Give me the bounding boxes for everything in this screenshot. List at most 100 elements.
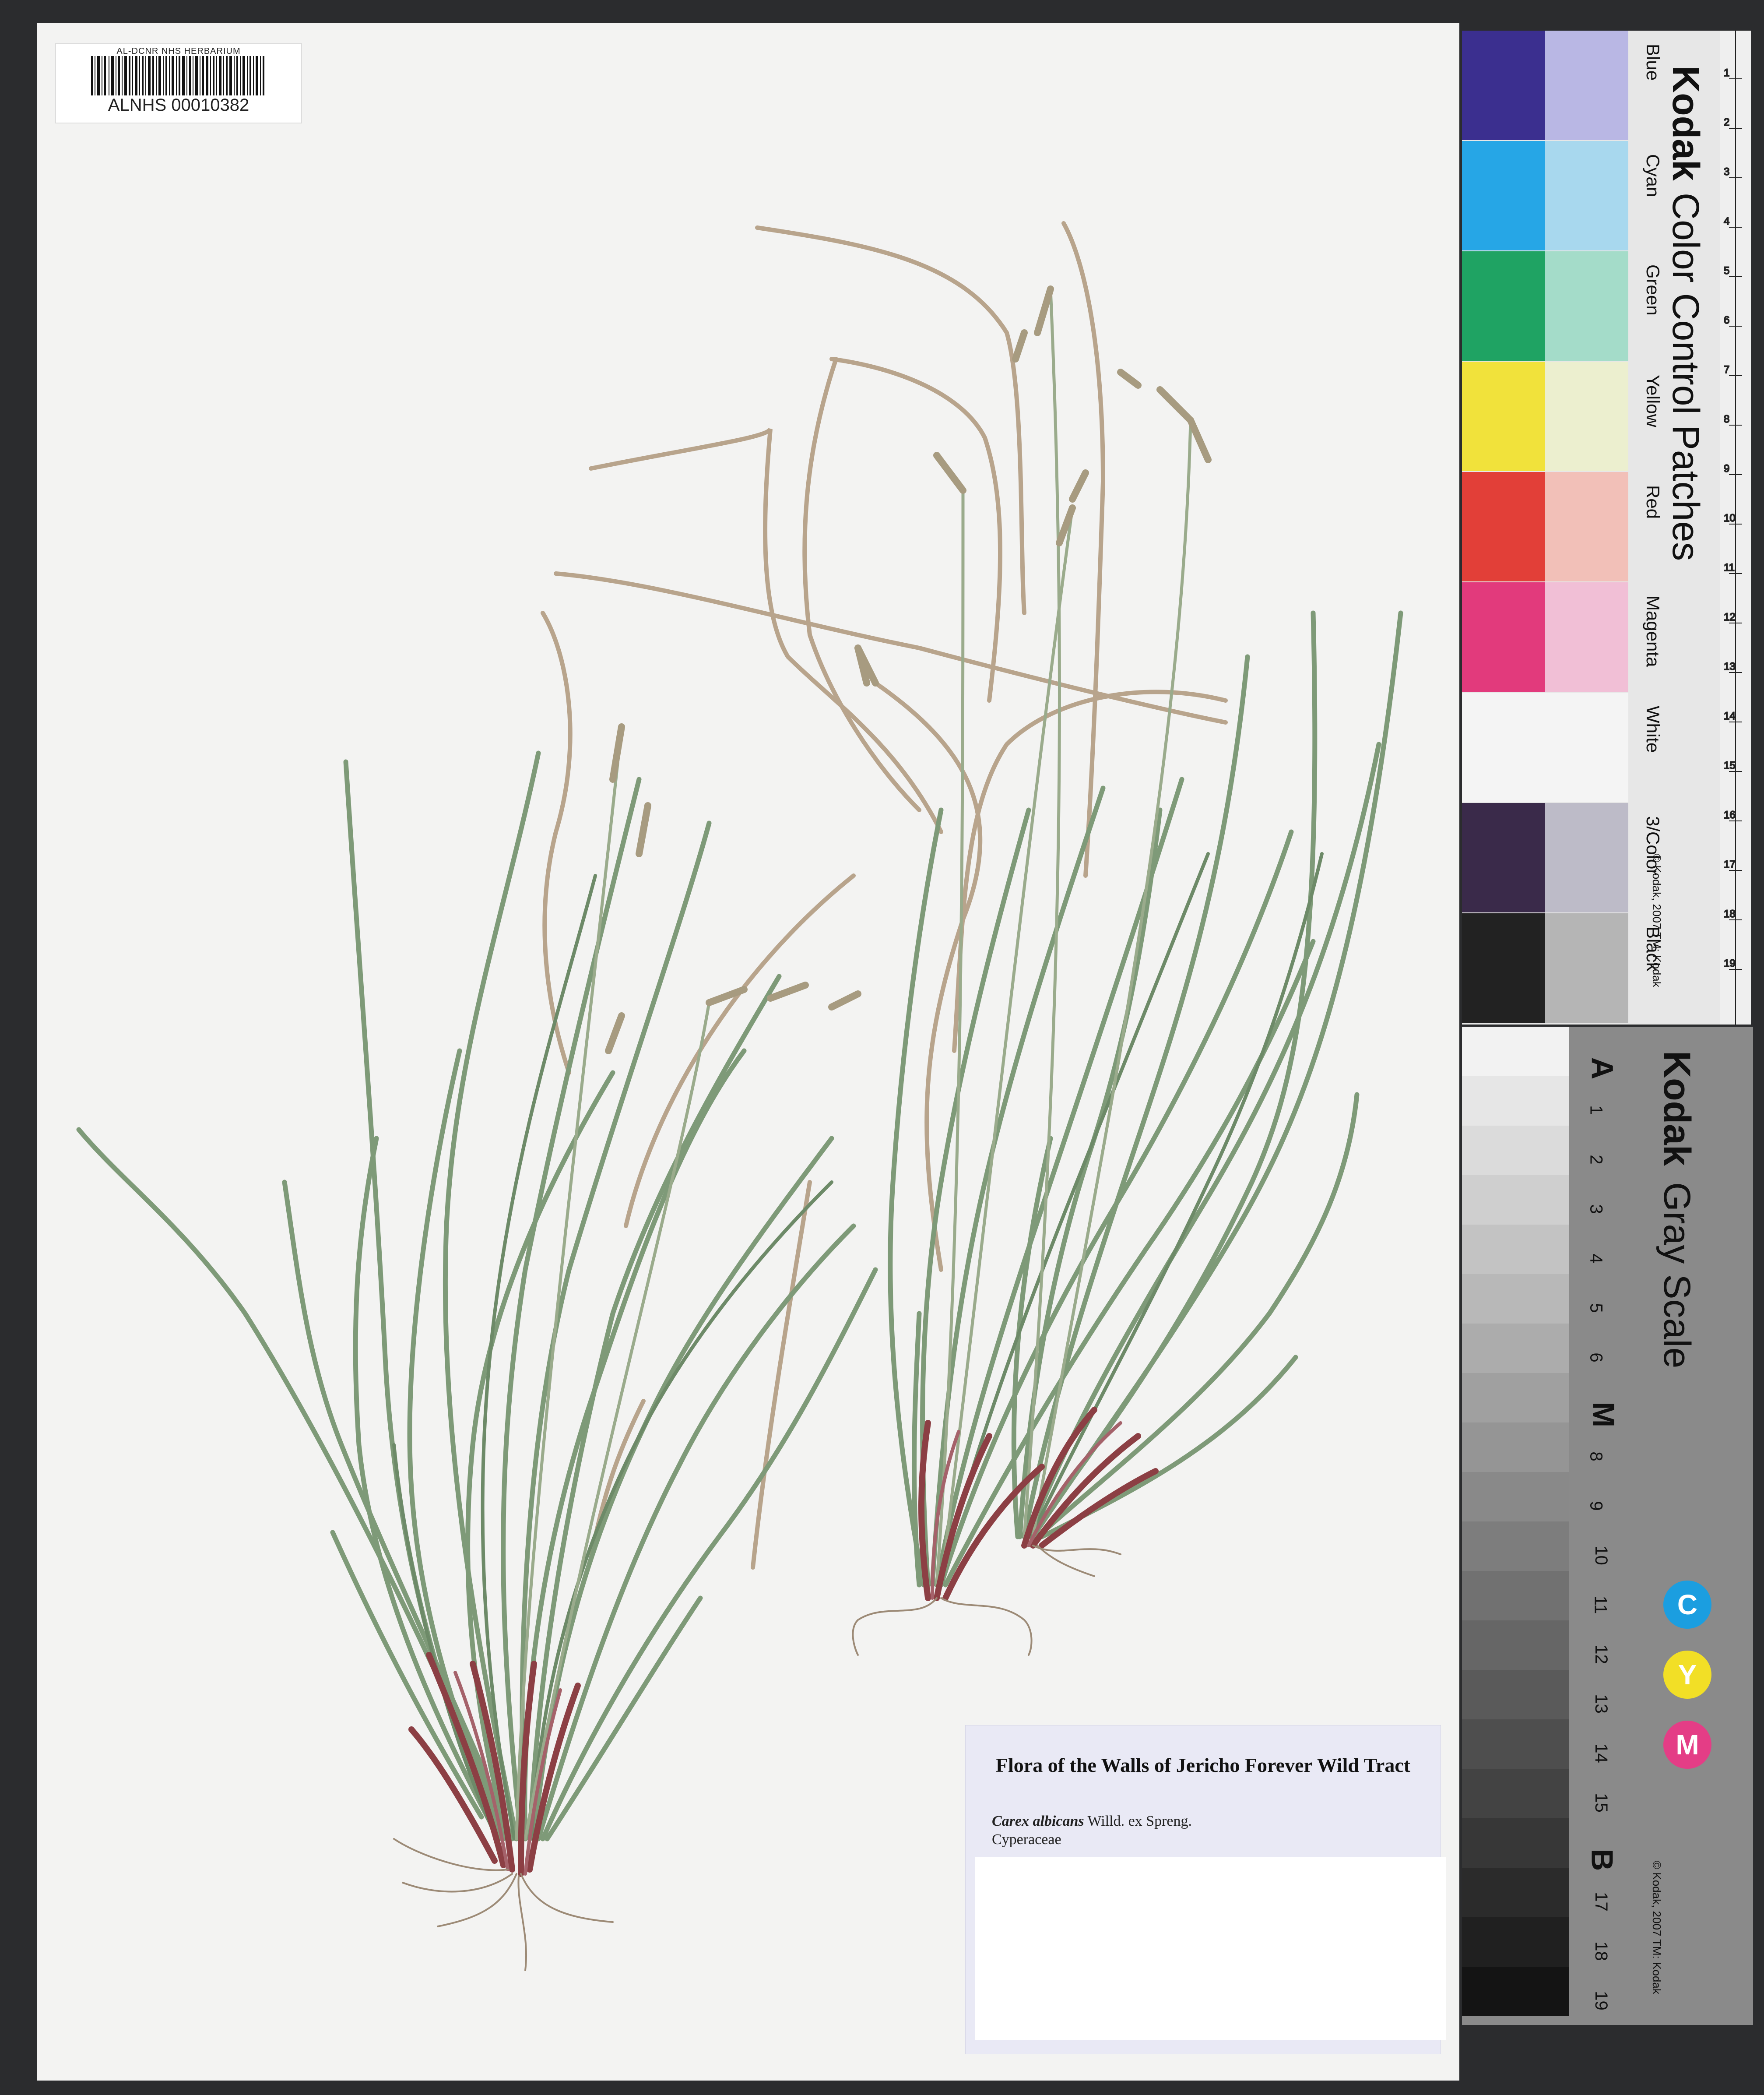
gray-card-brand: Kodak — [1656, 1051, 1698, 1166]
color-card-brand: Kodak — [1665, 66, 1707, 181]
gray-step — [1462, 1620, 1569, 1670]
patch-label: Yellow — [1643, 375, 1663, 427]
color-patch-3-color-dark — [1462, 803, 1545, 912]
gray-step — [1462, 1521, 1569, 1571]
gray-card-copyright: © Kodak, 2007 TM: Kodak — [1650, 1861, 1663, 1994]
patch-label: Blue — [1643, 44, 1663, 81]
color-patch-blue-dark — [1462, 31, 1545, 140]
gray-step-label: M — [1587, 1401, 1621, 1428]
ruler-cm-label: 12 — [1724, 611, 1736, 623]
ruler-cm-label: 18 — [1724, 908, 1736, 920]
ruler-ticks-icon: 12345678910111213141516171819 — [1723, 31, 1742, 1025]
gray-step-label: 19 — [1591, 1991, 1611, 2010]
color-card-title: Color Control Patches — [1665, 193, 1707, 561]
gray-step-label: 4 — [1586, 1253, 1606, 1264]
gray-step-label: 17 — [1591, 1892, 1611, 1912]
ruler-cm-label: 13 — [1724, 661, 1736, 673]
gray-step-label: 18 — [1591, 1941, 1611, 1961]
patch-label: White — [1643, 706, 1663, 753]
gray-step — [1462, 1670, 1569, 1719]
authority: Willd. ex Spreng. — [1087, 1813, 1192, 1829]
color-patch-cyan-light — [1545, 141, 1628, 250]
color-patch-red-light — [1545, 472, 1628, 581]
ruler-cm-label: 10 — [1724, 512, 1736, 524]
color-patch-yellow-light — [1545, 362, 1628, 471]
gray-step — [1462, 1472, 1569, 1521]
color-patch-magenta-dark — [1462, 582, 1545, 692]
gray-step-label: 3 — [1586, 1204, 1606, 1214]
gray-step — [1462, 1324, 1569, 1373]
ruler-cm-label: 1 — [1724, 67, 1729, 79]
ruler-cm-label: 7 — [1724, 364, 1729, 376]
color-patch-blue-light — [1545, 31, 1628, 140]
color-patch-black-light — [1545, 913, 1628, 1023]
gray-step-label: 11 — [1591, 1595, 1610, 1614]
gray-step-label: 13 — [1591, 1694, 1611, 1714]
ruler-cm-label: 2 — [1724, 116, 1729, 128]
gray-step — [1462, 1719, 1569, 1769]
gray-step — [1462, 1967, 1569, 2016]
cym-circle-y: Y — [1663, 1651, 1711, 1699]
ruler: 1 2 3 4 5 6 7 8 9 10 11 12 13 14 15 16 17 18 19 — [1720, 31, 1751, 1025]
ruler-cm-label: 3 — [1724, 166, 1729, 178]
gray-scale-card — [1462, 1027, 1753, 2025]
family-name: Cyperaceae — [992, 1831, 1061, 1848]
gray-step — [1462, 1917, 1569, 1967]
patch-label: Red — [1643, 485, 1663, 519]
cym-circle-c: C — [1663, 1581, 1711, 1629]
gray-step — [1462, 1126, 1569, 1175]
gray-step-label: 14 — [1591, 1743, 1611, 1763]
ruler-cm-label: 9 — [1724, 463, 1729, 475]
patch-label: Black — [1643, 926, 1663, 972]
color-patch-black-dark — [1462, 913, 1545, 1023]
color-patch-red-dark — [1462, 472, 1545, 581]
ruler-cm-label: 5 — [1724, 265, 1729, 277]
gray-step-label: 12 — [1591, 1644, 1611, 1664]
gray-step-label: B — [1585, 1849, 1620, 1871]
patch-label: Magenta — [1643, 595, 1663, 667]
ruler-cm-label: 15 — [1724, 760, 1736, 771]
gray-step-label: 15 — [1591, 1793, 1611, 1813]
color-control-card — [1462, 31, 1751, 1025]
gray-step-label: 6 — [1586, 1352, 1606, 1363]
color-patch-magenta-light — [1545, 582, 1628, 692]
gray-step — [1462, 1818, 1569, 1868]
scientific-name: Carex albicans — [992, 1813, 1084, 1829]
ruler-cm-label: 14 — [1724, 710, 1736, 722]
gray-step — [1462, 1373, 1569, 1422]
ruler-cm-label: 11 — [1724, 562, 1735, 574]
gray-step — [1462, 1422, 1569, 1472]
ruler-cm-label: 4 — [1724, 215, 1729, 227]
gray-step-label: 9 — [1586, 1501, 1606, 1511]
color-patch-green-light — [1545, 251, 1628, 361]
color-patch-cyan-dark — [1462, 141, 1545, 250]
ruler-cm-label: 8 — [1724, 413, 1729, 425]
ruler-cm-label: 16 — [1724, 809, 1736, 821]
ruler-cm-label: 17 — [1724, 859, 1736, 870]
gray-step — [1462, 1076, 1569, 1126]
label-title: Flora of the Walls of Jericho Forever Wi… — [995, 1754, 1411, 1776]
color-patch-yellow-dark — [1462, 362, 1545, 471]
gray-step — [1462, 1868, 1569, 1917]
gray-step-label: 1 — [1586, 1105, 1606, 1115]
gray-step-label: A — [1585, 1057, 1620, 1080]
gray-card-title: Gray Scale — [1656, 1182, 1698, 1369]
redaction-box — [975, 1857, 1446, 2040]
color-patch-3-color-light — [1545, 803, 1628, 912]
ruler-cm-label: 6 — [1724, 314, 1729, 326]
gray-step-label: 5 — [1586, 1303, 1606, 1313]
gray-step — [1462, 1225, 1569, 1274]
ruler-cm-label: 19 — [1724, 958, 1736, 969]
taxon-line: Carex albicans Willd. ex Spreng. — [992, 1813, 1192, 1830]
gray-step-label: 8 — [1586, 1451, 1606, 1461]
gray-step-label: 10 — [1591, 1546, 1611, 1565]
color-patch-white-light — [1545, 693, 1628, 802]
gray-step — [1462, 1274, 1569, 1324]
color-patch-green-dark — [1462, 251, 1545, 361]
gray-step — [1462, 1571, 1569, 1620]
patch-label: Green — [1643, 264, 1663, 316]
cym-circle-m: M — [1663, 1721, 1711, 1769]
gray-step-label: 2 — [1586, 1155, 1606, 1165]
gray-step — [1462, 1175, 1569, 1225]
gray-step — [1462, 1769, 1569, 1818]
